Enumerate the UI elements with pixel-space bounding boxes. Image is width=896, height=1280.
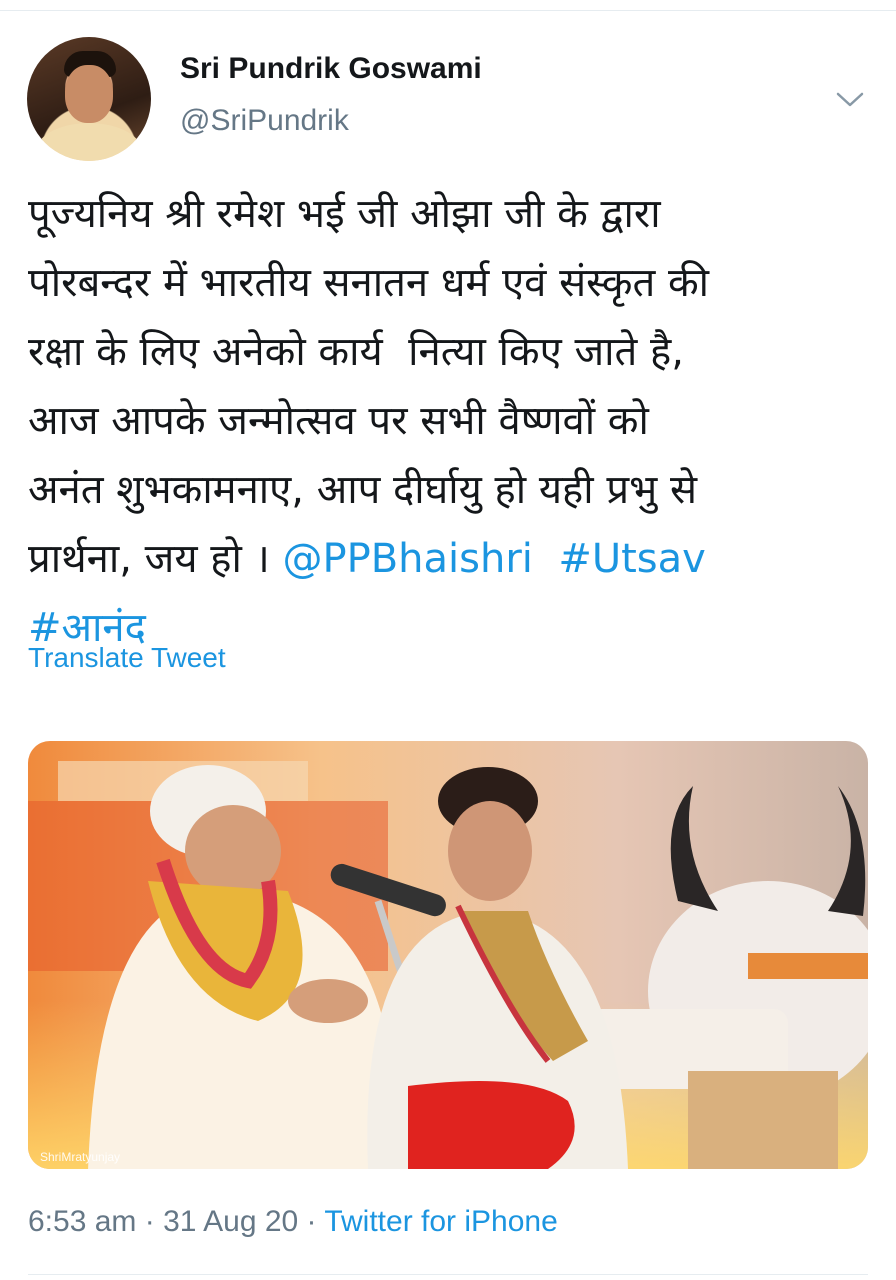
author-handle[interactable]: @SriPundrik: [180, 104, 349, 138]
author-avatar[interactable]: [27, 37, 151, 161]
tweet-text-segment: रक्षा के लिए अनेको कार्य नित्या किए जाते…: [28, 329, 684, 375]
translate-tweet-link[interactable]: Translate Tweet: [28, 642, 226, 674]
photo-watermark: ShriMratyunjay: [40, 1150, 121, 1164]
meta-separator: ·: [298, 1205, 325, 1238]
hashtag-link[interactable]: #Utsav: [558, 536, 706, 582]
tweet-metadata: 6:53 am · 31 Aug 20 · Twitter for iPhone: [28, 1205, 558, 1239]
tweet-text-segment: पूज्यनिय श्री रमेश भई जी ओझा जी के द्वार…: [28, 191, 661, 237]
tweet-text-line: आज आपके जन्मोत्सव पर सभी वैष्णवों को: [28, 387, 873, 456]
tweet-text-segment: पोरबन्दर में भारतीय सनातन धर्म एवं संस्क…: [28, 260, 710, 306]
avatar-face: [65, 65, 113, 123]
tweet-text: पूज्यनिय श्री रमेश भई जी ओझा जी के द्वार…: [28, 180, 873, 663]
tweet-text-line: पूज्यनिय श्री रमेश भई जी ओझा जी के द्वार…: [28, 180, 873, 249]
author-display-name[interactable]: Sri Pundrik Goswami: [180, 52, 482, 86]
tweet-photo[interactable]: ShriMratyunjay: [28, 741, 868, 1169]
tweet-date[interactable]: 31 Aug 20: [163, 1205, 298, 1238]
tweet-text-segment: प्रार्थना, जय हो ।: [28, 536, 283, 582]
top-divider: [0, 0, 896, 11]
mention-link[interactable]: @PPBhaishri: [282, 536, 532, 582]
tweet-text-line: रक्षा के लिए अनेको कार्य नित्या किए जाते…: [28, 318, 873, 387]
tweet-text-line: प्रार्थना, जय हो । @PPBhaishri #Utsav: [28, 525, 873, 594]
chevron-down-icon[interactable]: [834, 86, 866, 114]
tweet-text-segment: अनंत शुभकामनाए, आप दीर्घायु हो यही प्रभु…: [28, 467, 697, 513]
tweet-text-line: अनंत शुभकामनाए, आप दीर्घायु हो यही प्रभु…: [28, 456, 873, 525]
meta-separator: ·: [136, 1205, 164, 1238]
bottom-divider: [28, 1274, 868, 1275]
tweet-source-link[interactable]: Twitter for iPhone: [324, 1205, 557, 1238]
tweet-text-segment: आज आपके जन्मोत्सव पर सभी वैष्णवों को: [28, 398, 649, 444]
tweet-text-line: पोरबन्दर में भारतीय सनातन धर्म एवं संस्क…: [28, 249, 873, 318]
photo-scene: [28, 741, 868, 1169]
avatar-shoulders: [35, 123, 143, 161]
tweet-time[interactable]: 6:53 am: [28, 1205, 136, 1238]
tweet-text-segment: [533, 536, 558, 582]
